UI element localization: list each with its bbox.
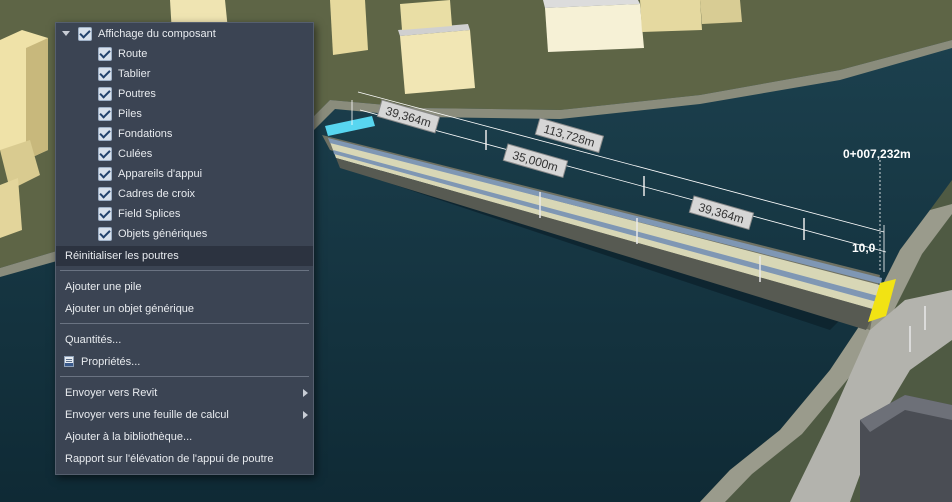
checkbox-label: Field Splices xyxy=(118,208,181,220)
checkbox-icon[interactable] xyxy=(98,127,112,141)
checkbox-label: Tablier xyxy=(118,68,151,80)
checkbox-icon[interactable] xyxy=(98,227,112,241)
menu-item-quantities[interactable]: Quantités... xyxy=(56,330,313,350)
menu-checkbox-cadres-croix[interactable]: Cadres de croix xyxy=(56,184,313,204)
menu-item-label: Quantités... xyxy=(65,334,122,346)
menu-checkbox-poutres[interactable]: Poutres xyxy=(56,84,313,104)
checkbox-icon[interactable] xyxy=(98,47,112,61)
menu-item-label: Rapport sur l'élévation de l'appui de po… xyxy=(65,453,274,465)
menu-item-send-spreadsheet[interactable]: Envoyer vers une feuille de calcul xyxy=(56,405,313,425)
checkbox-icon[interactable] xyxy=(98,207,112,221)
checkbox-label: Appareils d'appui xyxy=(118,168,203,180)
checkbox-label: Culées xyxy=(118,148,153,160)
menu-separator xyxy=(60,376,309,377)
menu-checkbox-field-splices[interactable]: Field Splices xyxy=(56,204,313,224)
checkbox-icon[interactable] xyxy=(98,167,112,181)
menu-item-label: Ajouter un objet générique xyxy=(65,303,195,315)
menu-item-label: Réinitialiser les poutres xyxy=(65,250,179,262)
dimension-offset: 10,0 xyxy=(852,241,876,255)
menu-item-label: Envoyer vers Revit xyxy=(65,387,158,399)
checkbox-icon[interactable] xyxy=(98,67,112,81)
menu-checkbox-culees[interactable]: Culées xyxy=(56,144,313,164)
checkbox-label: Cadres de croix xyxy=(118,188,196,200)
menu-checkbox-route[interactable]: Route xyxy=(56,44,313,64)
menu-item-label: Ajouter à la bibliothèque... xyxy=(65,431,193,443)
menu-item-add-pier[interactable]: Ajouter une pile xyxy=(56,277,313,297)
menu-header-label: Affichage du composant xyxy=(98,28,216,40)
menu-item-add-library[interactable]: Ajouter à la bibliothèque... xyxy=(56,427,313,447)
menu-separator xyxy=(60,270,309,271)
submenu-arrow-icon xyxy=(303,389,308,397)
menu-checkbox-piles[interactable]: Piles xyxy=(56,104,313,124)
menu-item-properties[interactable]: Propriétés... xyxy=(56,352,313,372)
menu-item-label: Propriétés... xyxy=(81,356,141,368)
checkbox-label: Fondations xyxy=(118,128,173,140)
menu-item-reset-girders[interactable]: Réinitialiser les poutres xyxy=(56,246,313,266)
menu-item-add-generic-object[interactable]: Ajouter un objet générique xyxy=(56,299,313,319)
menu-checkbox-objets-generiques[interactable]: Objets génériques xyxy=(56,224,313,244)
menu-item-report-elevation[interactable]: Rapport sur l'élévation de l'appui de po… xyxy=(56,449,313,469)
checkbox-icon[interactable] xyxy=(98,147,112,161)
menu-checkbox-tablier[interactable]: Tablier xyxy=(56,64,313,84)
checkbox-label: Piles xyxy=(118,108,142,120)
checkbox-label: Poutres xyxy=(118,88,156,100)
checkbox-icon[interactable] xyxy=(98,187,112,201)
checkbox-icon[interactable] xyxy=(98,87,112,101)
menu-item-send-revit[interactable]: Envoyer vers Revit xyxy=(56,383,313,403)
menu-item-label: Envoyer vers une feuille de calcul xyxy=(65,409,229,421)
checkbox-label: Objets génériques xyxy=(118,228,208,240)
checkbox-icon[interactable] xyxy=(78,27,92,41)
context-menu: Affichage du composant Route Tablier Pou… xyxy=(55,22,314,475)
menu-checkbox-appareils-appui[interactable]: Appareils d'appui xyxy=(56,164,313,184)
checkbox-icon[interactable] xyxy=(98,107,112,121)
submenu-arrow-icon xyxy=(303,411,308,419)
menu-checkbox-fondations[interactable]: Fondations xyxy=(56,124,313,144)
menu-component-display-header[interactable]: Affichage du composant xyxy=(56,24,313,44)
menu-separator xyxy=(60,323,309,324)
properties-icon xyxy=(64,356,74,367)
checkbox-label: Route xyxy=(118,48,148,60)
menu-item-label: Ajouter une pile xyxy=(65,281,142,293)
expand-arrow-icon[interactable] xyxy=(62,31,70,36)
station-label: 0+007,232m xyxy=(843,147,911,161)
